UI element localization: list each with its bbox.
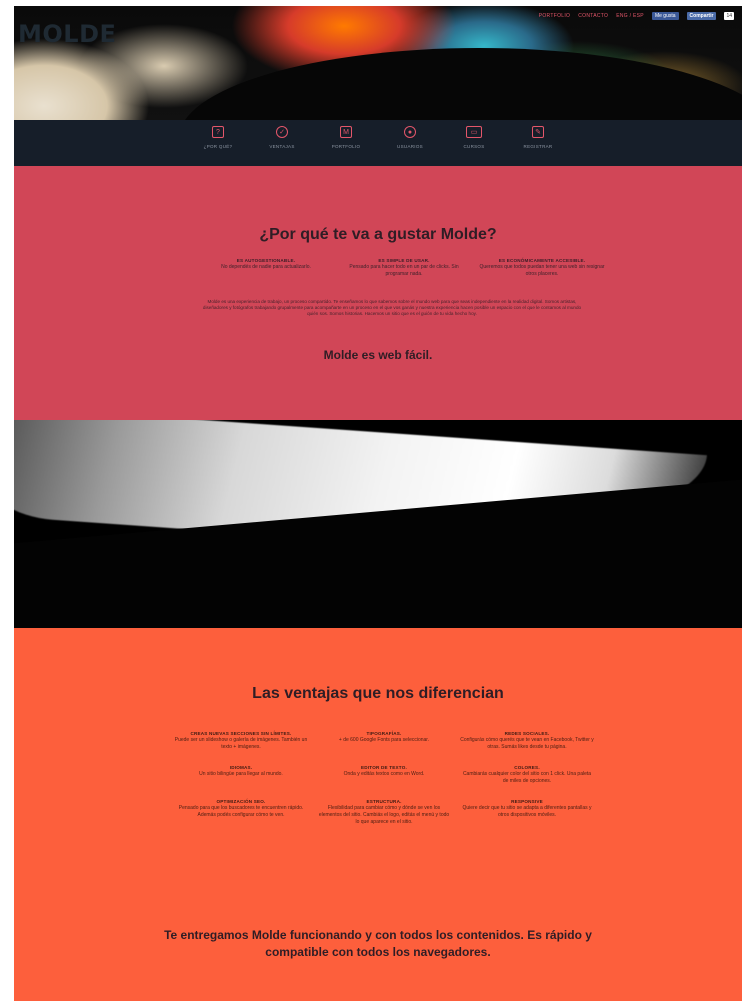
nav-item-registrar[interactable]: ✎ REGISTRAR (506, 126, 570, 166)
nav-item-label: USUARIOS (397, 144, 423, 149)
advantage-title: CREAS NUEVAS SECCIONES SIN LÍMITES. (190, 731, 292, 736)
feature-item: ES ECONÓMICAMENTE ACCESIBLE. Queremos qu… (478, 258, 606, 278)
advantage-item: REDES SOCIALES. Configurás cómo querés q… (460, 731, 594, 751)
question-icon: ? (212, 126, 224, 138)
advantage-item: OPTIMIZACIÓN SEO. Pensado para que los b… (174, 799, 308, 826)
why-features: ES AUTOGESTIONABLE. No dependés de nadie… (202, 258, 606, 278)
advantage-desc: Flexibilidad para cambiar cómo y dónde s… (318, 805, 450, 825)
photo-band (14, 420, 742, 628)
hero-banner: MOLDE PORTFOLIO CONTACTO ENG / ESP Me gu… (14, 6, 742, 120)
advantage-item: IDIOMAS. Un sitio bilingüe para llegar a… (174, 765, 308, 785)
portfolio-icon: M (340, 126, 352, 138)
advantage-desc: Pensado para que los buscadores te encue… (178, 805, 304, 818)
feature-title: ES AUTOGESTIONABLE. (236, 258, 296, 263)
nav-item-label: ¿POR QUÉ? (203, 144, 233, 149)
feature-item: ES AUTOGESTIONABLE. No dependés de nadie… (202, 258, 330, 278)
hero-photo-shape (179, 48, 742, 120)
feature-desc: No dependés de nadie para actualizarlo. (221, 264, 311, 270)
advantage-item: CREAS NUEVAS SECCIONES SIN LÍMITES. Pued… (174, 731, 308, 751)
nav-link-language[interactable]: ENG / ESP (616, 13, 644, 19)
site-logo[interactable]: MOLDE (18, 20, 116, 48)
advantages-grid: CREAS NUEVAS SECCIONES SIN LÍMITES. Pued… (174, 731, 594, 826)
nav-link-contacto[interactable]: CONTACTO (578, 13, 608, 19)
nav-item-label: VENTAJAS (269, 144, 295, 149)
advantage-desc: Onda y editás textos como en Word. (343, 771, 425, 777)
nav-item-usuarios[interactable]: ● USUARIOS (378, 126, 442, 166)
advantage-item: ESTRUCTURA. Flexibilidad para cambiar có… (317, 799, 451, 826)
advantages-section: Las ventajas que nos diferencian CREAS N… (14, 628, 742, 1001)
page: MOLDE PORTFOLIO CONTACTO ENG / ESP Me gu… (14, 6, 742, 1001)
user-icon: ● (404, 126, 416, 138)
nav-item-ventajas[interactable]: ✓ VENTAJAS (250, 126, 314, 166)
advantages-title: Las ventajas que nos diferencian (252, 685, 504, 702)
advantage-item: TIPOGRAFÍAS. + de 600 Google Fonts para … (317, 731, 451, 751)
nav-item-label: CURSOS (463, 144, 485, 149)
advantage-desc: + de 600 Google Fonts para seleccionar. (338, 737, 430, 743)
top-nav: PORTFOLIO CONTACTO ENG / ESP Me gusta Co… (539, 12, 734, 20)
nav-link-portfolio[interactable]: PORTFOLIO (539, 13, 571, 19)
advantage-desc: Cambiarás cualquier color del sitio con … (462, 771, 592, 784)
advantage-title: RESPONSIVE (511, 799, 543, 804)
advantage-desc: Un sitio bilingüe para llegar al mundo. (199, 771, 283, 777)
feature-title: ES SIMPLE DE USAR. (378, 258, 430, 263)
feature-item: ES SIMPLE DE USAR. Pensado para hacer to… (340, 258, 468, 278)
advantage-title: IDIOMAS. (229, 765, 253, 770)
why-paragraph: Molde es una experiencia de trabajo, un … (202, 299, 582, 317)
nav-item-cursos[interactable]: ▭ CURSOS (442, 126, 506, 166)
share-count-badge: 14 (724, 12, 734, 20)
advantage-title: ESTRUCTURA. (366, 799, 402, 804)
advantage-item: RESPONSIVE Quiere decir que tu sitio se … (460, 799, 594, 826)
nav-item-por-que[interactable]: ? ¿POR QUÉ? (186, 126, 250, 166)
advantages-closing: Te entregamos Molde funcionando y con to… (164, 928, 592, 959)
advantage-item: COLORES. Cambiarás cualquier color del s… (460, 765, 594, 785)
advantage-title: TIPOGRAFÍAS. (366, 731, 402, 736)
advantage-title: REDES SOCIALES. (504, 731, 550, 736)
register-icon: ✎ (532, 126, 544, 138)
share-button[interactable]: Compartir (686, 12, 717, 20)
advantage-desc: Quiere decir que tu sitio se adapta a di… (462, 805, 592, 818)
facebook-like-button[interactable]: Me gusta (651, 12, 679, 20)
screen-icon: ▭ (466, 126, 482, 138)
advantage-desc: Puede ser un slideshow o galería de imág… (174, 737, 308, 750)
advantage-title: OPTIMIZACIÓN SEO. (216, 799, 266, 804)
advantage-desc: Configurás cómo querés que te vean en Fa… (460, 737, 594, 750)
check-circle-icon: ✓ (276, 126, 288, 138)
advantage-title: COLORES. (514, 765, 540, 770)
feature-title: ES ECONÓMICAMENTE ACCESIBLE. (498, 258, 586, 263)
why-section: ¿Por qué te va a gustar Molde? ES AUTOGE… (14, 166, 742, 420)
nav-item-portfolio[interactable]: M PORTFOLIO (314, 126, 378, 166)
nav-item-label: REGISTRAR (523, 144, 553, 149)
why-tagline: Molde es web fácil. (323, 348, 433, 362)
advantage-item: EDITOR DE TEXTO. Onda y editás textos co… (317, 765, 451, 785)
section-nav-bar: ? ¿POR QUÉ? ✓ VENTAJAS M PORTFOLIO ● USU… (14, 120, 742, 166)
feature-desc: Pensado para hacer todo en un par de cli… (349, 264, 459, 277)
feature-desc: Queremos que todos puedan tener una web … (479, 264, 605, 277)
nav-item-label: PORTFOLIO (331, 144, 361, 149)
advantage-title: EDITOR DE TEXTO. (361, 765, 407, 770)
why-title: ¿Por qué te va a gustar Molde? (259, 226, 497, 243)
